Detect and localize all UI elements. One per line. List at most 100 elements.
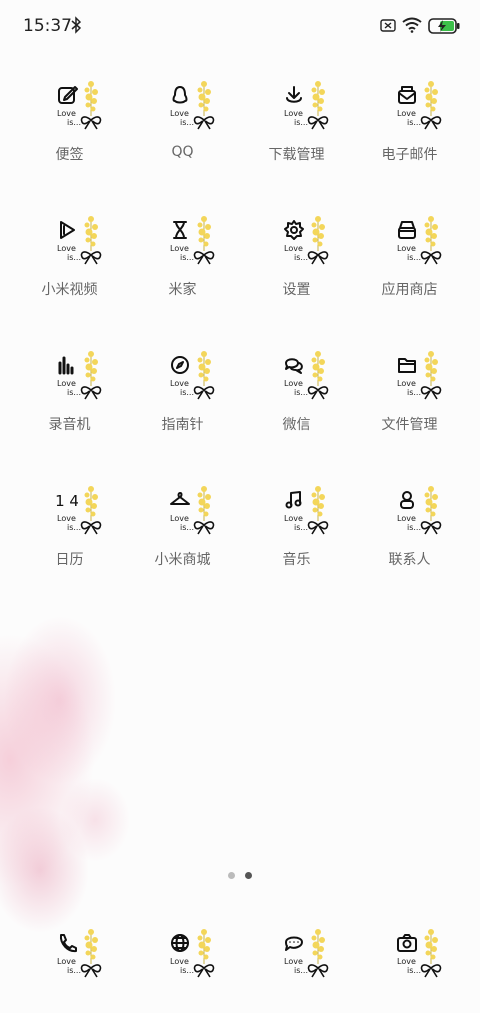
- app-hourglass[interactable]: Love is... 米家: [126, 215, 239, 315]
- love-line-1: Love: [397, 514, 416, 523]
- battery-charging-icon: [428, 18, 460, 34]
- flower-ribbon-decoration: [307, 216, 329, 265]
- flower-ribbon-decoration: [80, 351, 102, 400]
- app-label: 音乐: [282, 552, 311, 568]
- love-line-1: Love: [397, 957, 416, 966]
- app-music[interactable]: Love is... 音乐: [240, 485, 353, 585]
- flower-ribbon-decoration: [307, 486, 329, 535]
- message-icon-tile: Love is...: [283, 928, 343, 980]
- svg-text:1 4: 1 4: [56, 492, 78, 510]
- love-line-1: Love: [57, 957, 76, 966]
- app-label: 指南针: [161, 417, 204, 433]
- browser-icon-tile: Love is...: [169, 928, 229, 980]
- love-line-1: Love: [284, 109, 303, 118]
- app-label: 电子邮件: [381, 147, 438, 163]
- app-email[interactable]: Love is... 电子邮件: [353, 80, 466, 180]
- love-line-1: Love: [397, 244, 416, 253]
- app-download[interactable]: Love is... 下载管理: [240, 80, 353, 180]
- folder-icon: [398, 358, 416, 373]
- dock-browser[interactable]: Love is...: [126, 928, 239, 983]
- gear-icon: [284, 220, 304, 240]
- love-line-1: Love: [57, 244, 76, 253]
- flower-ribbon-decoration: [420, 929, 442, 978]
- compass-icon: [171, 356, 189, 374]
- love-line-1: Love: [284, 244, 303, 253]
- flower-ribbon-decoration: [80, 929, 102, 978]
- app-recorder[interactable]: Love is... 录音机: [13, 350, 126, 450]
- love-line-1: Love: [57, 379, 76, 388]
- app-notes[interactable]: Love is... 便签: [13, 80, 126, 180]
- love-line-1: Love: [170, 957, 189, 966]
- email-icon: [398, 86, 416, 104]
- dock-phone[interactable]: Love is...: [13, 928, 126, 983]
- page-dot-1[interactable]: [228, 872, 235, 879]
- flower-ribbon-decoration: [420, 351, 442, 400]
- contact-icon-tile: Love is...: [396, 485, 456, 537]
- dock-camera[interactable]: Love is...: [353, 928, 466, 983]
- dock-message[interactable]: Love is...: [240, 928, 353, 983]
- app-wechat[interactable]: Love is... 微信: [240, 350, 353, 450]
- app-video[interactable]: Love is... 小米视频: [13, 215, 126, 315]
- notes-icon-tile: Love is...: [56, 80, 116, 132]
- love-line-1: Love: [397, 379, 416, 388]
- flower-ribbon-decoration: [80, 486, 102, 535]
- app-label: 小米商城: [154, 552, 211, 568]
- recorder-icon-tile: Love is...: [56, 350, 116, 402]
- status-time: 15:37: [23, 16, 72, 36]
- app-label: 应用商店: [381, 282, 438, 298]
- flower-ribbon-decoration: [420, 486, 442, 535]
- app-label: 设置: [282, 282, 311, 298]
- qq-icon-tile: Love is...: [169, 80, 229, 132]
- app-label: 米家: [168, 282, 197, 298]
- page-dot-2[interactable]: [245, 872, 252, 879]
- camera-icon-tile: Love is...: [396, 928, 456, 980]
- hourglass-icon: [173, 221, 187, 239]
- flower-ribbon-decoration: [420, 216, 442, 265]
- hanger-icon-tile: Love is...: [169, 485, 229, 537]
- music-icon-tile: Love is...: [283, 485, 343, 537]
- store-icon: [398, 221, 416, 239]
- folder-icon-tile: Love is...: [396, 350, 456, 402]
- app-label: 小米视频: [41, 282, 98, 298]
- email-icon-tile: Love is...: [396, 80, 456, 132]
- love-line-1: Love: [284, 957, 303, 966]
- flower-ribbon-decoration: [193, 929, 215, 978]
- app-qq[interactable]: Love is... QQ: [126, 80, 239, 180]
- flower-ribbon-decoration: [307, 929, 329, 978]
- wifi-icon: [402, 17, 422, 33]
- flower-ribbon-decoration: [80, 216, 102, 265]
- store-icon-tile: Love is...: [396, 215, 456, 267]
- flower-ribbon-decoration: [193, 216, 215, 265]
- app-gear[interactable]: Love is... 设置: [240, 215, 353, 315]
- hanger-icon: [170, 492, 190, 505]
- download-icon: [286, 86, 302, 103]
- download-icon-tile: Love is...: [283, 80, 343, 132]
- status-bar: 15:37: [0, 0, 480, 52]
- app-contact[interactable]: Love is... 联系人: [353, 485, 466, 585]
- app-label: 便签: [55, 147, 84, 163]
- love-line-1: Love: [57, 514, 76, 523]
- message-icon: [285, 936, 303, 951]
- app-store[interactable]: Love is... 应用商店: [353, 215, 466, 315]
- hourglass-icon-tile: Love is...: [169, 215, 229, 267]
- browser-icon: [171, 934, 189, 952]
- app-calendar[interactable]: 1 4 Love is... 日历: [13, 485, 126, 585]
- app-label: 微信: [282, 417, 311, 433]
- phone-icon-tile: Love is...: [56, 928, 116, 980]
- wechat-icon-tile: Love is...: [283, 350, 343, 402]
- app-hanger[interactable]: Love is... 小米商城: [126, 485, 239, 585]
- love-line-1: Love: [57, 109, 76, 118]
- flower-ribbon-decoration: [193, 351, 215, 400]
- love-line-1: Love: [170, 514, 189, 523]
- flower-ribbon-decoration: [420, 81, 442, 130]
- app-label: 文件管理: [381, 417, 438, 433]
- flower-ribbon-decoration: [80, 81, 102, 130]
- love-line-1: Love: [284, 379, 303, 388]
- app-compass[interactable]: Love is... 指南针: [126, 350, 239, 450]
- flower-ribbon-decoration: [307, 351, 329, 400]
- app-label: QQ: [171, 144, 194, 160]
- video-icon-tile: Love is...: [56, 215, 116, 267]
- app-folder[interactable]: Love is... 文件管理: [353, 350, 466, 450]
- love-line-1: Love: [170, 379, 189, 388]
- love-line-1: Love: [284, 514, 303, 523]
